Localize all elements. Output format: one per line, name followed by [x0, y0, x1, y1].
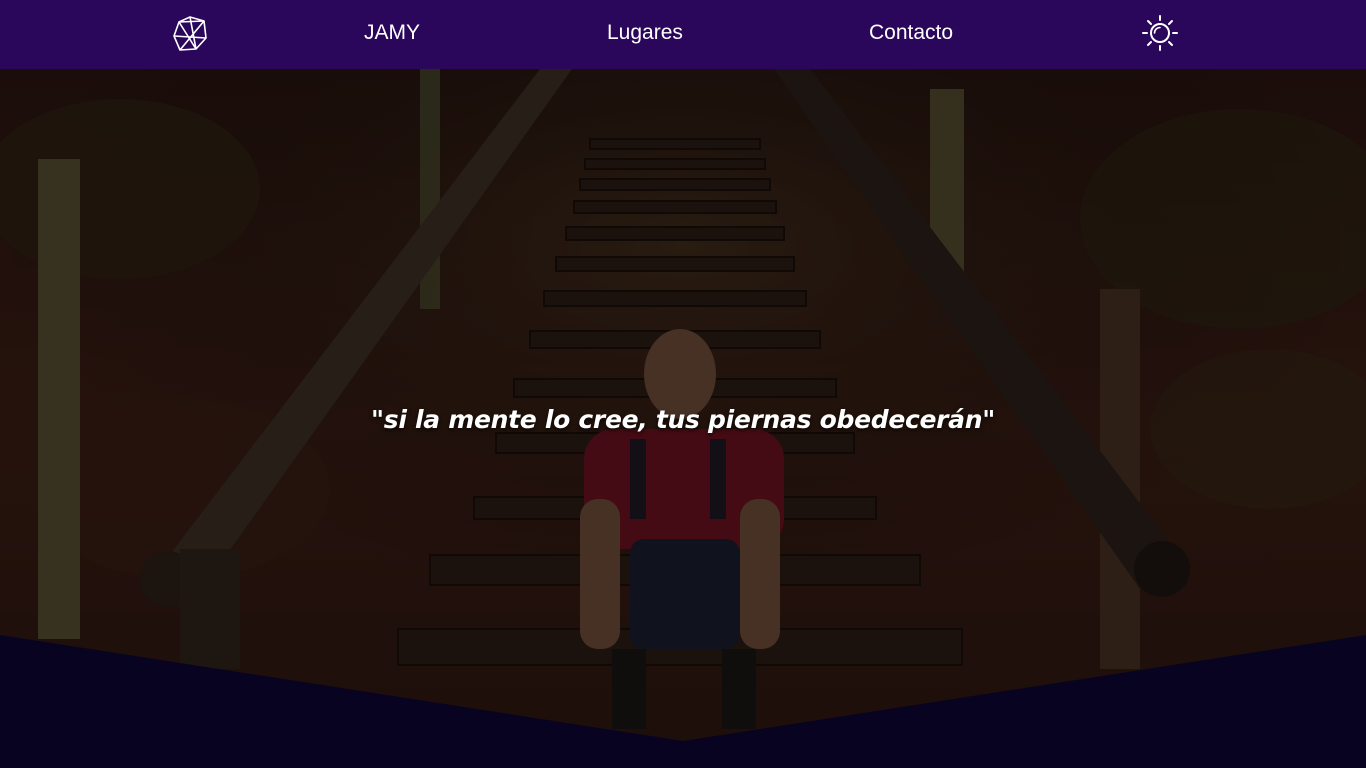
hero-section: "si la mente lo cree, tus piernas obedec…	[0, 69, 1366, 768]
hero-quote: "si la mente lo cree, tus piernas obedec…	[371, 405, 995, 434]
nav-link-jamy[interactable]: JAMY	[364, 21, 420, 45]
nav-link-lugares[interactable]: Lugares	[607, 21, 683, 45]
geometric-logo-icon[interactable]	[170, 14, 210, 52]
top-navbar: JAMY Lugares Contacto	[0, 0, 1366, 69]
nav-link-contacto[interactable]: Contacto	[869, 21, 953, 45]
sun-icon[interactable]	[1141, 14, 1179, 52]
